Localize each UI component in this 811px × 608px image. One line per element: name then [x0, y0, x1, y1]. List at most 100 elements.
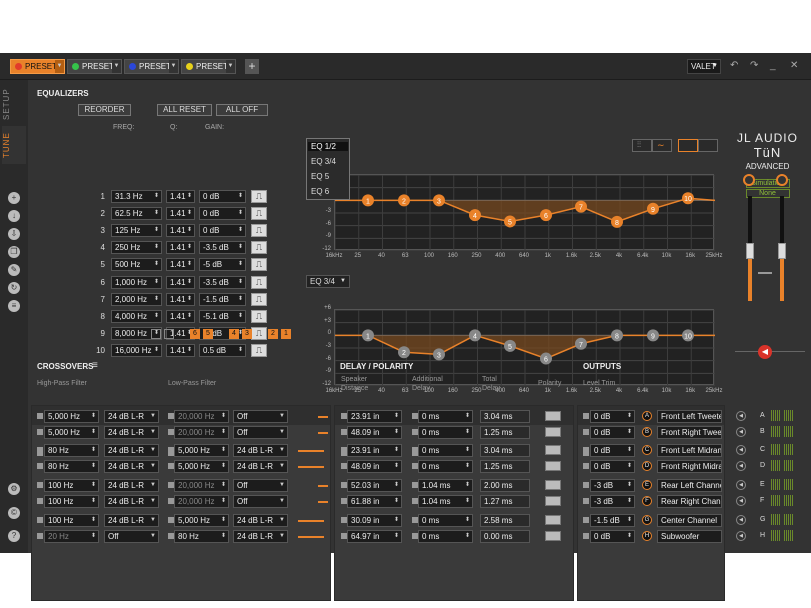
eq-graph-bottom[interactable]: 1 2 3 4 5 6 7 8 9 10 [334, 309, 716, 387]
chevron-down-icon[interactable]: ▼ [279, 515, 285, 526]
chevron-down-icon[interactable]: ▼ [150, 445, 156, 456]
chevron-down-icon[interactable]: ▼ [279, 445, 285, 456]
stepper-icon[interactable]: ⬍ [238, 191, 243, 202]
distance-field[interactable]: 23.91 in ⬍ [347, 410, 402, 423]
level-trim-field[interactable]: 0 dB ⬍ [590, 426, 635, 439]
stepper-icon[interactable]: ⬍ [187, 208, 192, 219]
filter-type-icon[interactable]: ⎍ [251, 326, 267, 340]
wrench-icon[interactable]: ✎ [8, 264, 20, 276]
stepper-icon[interactable]: ⬍ [221, 427, 226, 438]
minimize-icon[interactable]: _ [770, 60, 776, 71]
chevron-down-icon[interactable]: ▼ [279, 480, 285, 491]
stepper-icon[interactable]: ⬍ [221, 445, 226, 456]
stepper-icon[interactable]: ⬍ [91, 496, 96, 507]
additional-delay-field[interactable]: 0 ms ⬍ [418, 444, 473, 457]
hpf-slope-select[interactable]: 24 dB L-R ▼ [104, 514, 159, 527]
stepper-icon[interactable]: ⬍ [91, 531, 96, 542]
channel-name-field[interactable]: Subwoofer [657, 530, 722, 543]
hpf-slope-select[interactable]: 24 dB L-R ▼ [104, 479, 159, 492]
polarity-toggle[interactable] [545, 496, 561, 506]
chevron-down-icon[interactable]: ▼ [112, 60, 121, 73]
additional-delay-field[interactable]: 0 ms ⬍ [418, 514, 473, 527]
download-icon[interactable]: ↓ [8, 210, 20, 222]
chevron-down-icon[interactable]: ▼ [150, 411, 156, 422]
mute-icon[interactable]: ◀ [758, 345, 772, 359]
row-checkbox[interactable] [583, 482, 589, 488]
gain-field[interactable]: -3.5 dB ⬍ [199, 275, 246, 289]
stepper-icon[interactable]: ⬍ [91, 515, 96, 526]
split-view-icon[interactable] [678, 139, 698, 152]
hpf-slope-select[interactable]: Off ▼ [104, 530, 159, 543]
additional-delay-field[interactable]: 0 ms ⬍ [418, 460, 473, 473]
stepper-icon[interactable]: ⬍ [187, 311, 192, 322]
freq-field[interactable]: 1,000 Hz ⬍ [111, 275, 162, 289]
stepper-icon[interactable]: ⬍ [465, 445, 470, 456]
speaker-icon[interactable]: ◀ [736, 445, 746, 455]
chevron-down-icon[interactable]: ▼ [279, 411, 285, 422]
gear-icon[interactable]: ⚙ [8, 483, 20, 495]
preset-tab-1[interactable]: PRESET 1 ▼ [10, 59, 65, 74]
speaker-icon[interactable]: ◀ [736, 480, 746, 490]
q-field[interactable]: 1.41⬍ [166, 258, 195, 272]
stepper-icon[interactable]: ⬍ [154, 277, 159, 288]
stepper-icon[interactable]: ⬍ [394, 427, 399, 438]
filter-type-icon[interactable]: ⎍ [251, 190, 267, 203]
level-trim-field[interactable]: 0 dB ⬍ [590, 460, 635, 473]
additional-delay-field[interactable]: 0 ms ⬍ [418, 530, 473, 543]
freq-field[interactable]: 2,000 Hz ⬍ [111, 292, 162, 306]
hpf-slope-select[interactable]: 24 dB L-R ▼ [104, 410, 159, 423]
stepper-icon[interactable]: ⬍ [465, 427, 470, 438]
hpf-freq-field[interactable]: 80 Hz ⬍ [44, 460, 99, 473]
chevron-down-icon[interactable]: ▼ [169, 60, 178, 73]
all-reset-button[interactable]: ALL RESET [157, 104, 212, 116]
gain-field[interactable]: -5 dB ⬍ [199, 258, 246, 272]
lpf-freq-field[interactable]: 20,000 Hz ⬍ [174, 495, 229, 508]
polarity-toggle[interactable] [545, 445, 561, 455]
band-link-1[interactable]: 1 [281, 329, 291, 339]
stepper-icon[interactable]: ⬍ [238, 225, 243, 236]
stepper-icon[interactable]: ⬍ [465, 496, 470, 507]
chevron-down-icon[interactable]: ▼ [150, 427, 156, 438]
row-checkbox[interactable] [37, 517, 43, 523]
row-checkbox[interactable] [583, 447, 589, 453]
stepper-icon[interactable]: ⬍ [221, 480, 226, 491]
stepper-icon[interactable]: ⬍ [465, 480, 470, 491]
stepper-icon[interactable]: ⬍ [154, 225, 159, 236]
stepper-icon[interactable]: ⬍ [627, 445, 632, 456]
additional-delay-field[interactable]: 0 ms ⬍ [418, 426, 473, 439]
stepper-icon[interactable]: ⬍ [91, 427, 96, 438]
stepper-icon[interactable]: ⬍ [238, 277, 243, 288]
freq-field[interactable]: 250 Hz ⬍ [111, 241, 162, 255]
close-icon[interactable]: ✕ [790, 60, 798, 71]
undo-icon[interactable]: ↶ [730, 60, 738, 71]
chevron-down-icon[interactable]: ▼ [55, 60, 64, 73]
single-view-icon[interactable] [698, 139, 718, 152]
lpf-freq-field[interactable]: 80 Hz ⬍ [174, 530, 229, 543]
lpf-slope-select[interactable]: Off ▼ [233, 410, 288, 423]
level-trim-field[interactable]: 0 dB ⬍ [590, 410, 635, 423]
distance-field[interactable]: 48.09 in ⬍ [347, 460, 402, 473]
speaker-icon[interactable]: ◀ [736, 531, 746, 541]
row-checkbox[interactable] [583, 429, 589, 435]
channel-name-field[interactable]: Front Left Midrange [657, 444, 722, 457]
level-trim-field[interactable]: -3 dB ⬍ [590, 479, 635, 492]
reorder-button[interactable]: REORDER [78, 104, 131, 116]
lpf-slope-select[interactable]: 24 dB L-R ▼ [233, 514, 288, 527]
polarity-toggle[interactable] [545, 427, 561, 437]
stepper-icon[interactable]: ⬍ [627, 496, 632, 507]
speaker-icon[interactable]: ◀ [736, 427, 746, 437]
stepper-icon[interactable]: ⬍ [238, 259, 243, 270]
stepper-icon[interactable]: ⬍ [465, 461, 470, 472]
lpf-slope-select[interactable]: 24 dB L-R ▼ [233, 530, 288, 543]
input-knob-left[interactable] [743, 174, 755, 186]
additional-delay-field[interactable]: 1.04 ms ⬍ [418, 479, 473, 492]
lpf-slope-select[interactable]: Off ▼ [233, 495, 288, 508]
gain-field[interactable]: -1.5 dB ⬍ [199, 292, 246, 306]
valet-select[interactable]: VALET ▼ [687, 59, 721, 74]
stepper-icon[interactable]: ⬍ [187, 242, 192, 253]
stepper-icon[interactable]: ⬍ [91, 411, 96, 422]
lpf-freq-field[interactable]: 5,000 Hz ⬍ [174, 444, 229, 457]
eq-select-lower[interactable]: EQ 3/4 ▼ [306, 275, 350, 288]
row-checkbox[interactable] [583, 517, 589, 523]
filter-type-icon[interactable]: ⎍ [251, 207, 267, 221]
